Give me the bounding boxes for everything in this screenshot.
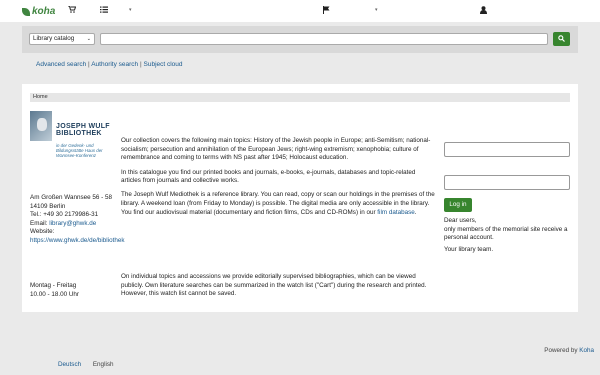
powered-by-text: Powered by bbox=[544, 347, 578, 354]
chevron-down-icon: ⌄ bbox=[86, 36, 91, 42]
email-label: Email: bbox=[30, 219, 48, 227]
lists-caret-icon[interactable]: ▾ bbox=[129, 7, 132, 13]
search-button[interactable] bbox=[553, 32, 570, 46]
library-logo-title: JOSEPH WULF BIBLIOTHEK bbox=[56, 123, 110, 137]
separator: | bbox=[139, 61, 142, 68]
library-address: Am Großen Wannsee 56 - 58 14109 Berlin T… bbox=[30, 194, 125, 245]
password-field[interactable] bbox=[444, 175, 570, 190]
search-input[interactable] bbox=[100, 33, 548, 45]
library-logo: JOSEPH WULF BIBLIOTHEK in der Gedenk- un… bbox=[30, 111, 114, 169]
email-link[interactable]: library@ghwk.de bbox=[49, 220, 96, 227]
opening-hours: Montag - Freitag 10.00 - 18.00 Uhr bbox=[30, 282, 79, 299]
advanced-search-link[interactable]: Advanced search bbox=[36, 61, 86, 68]
login-note-line-1: Dear users, only members of the memorial … bbox=[444, 217, 568, 241]
portrait-image bbox=[30, 111, 52, 141]
description-paragraph-4: On individual topics and accessions we p… bbox=[121, 273, 427, 298]
flag-icon[interactable] bbox=[323, 6, 330, 17]
hours-days: Montag - Freitag bbox=[30, 282, 77, 289]
website-label: Website: bbox=[30, 228, 55, 235]
search-icon bbox=[558, 35, 565, 42]
login-note-line-2: Your library team. bbox=[444, 245, 494, 253]
logo-line-2: BIBLIOTHEK bbox=[56, 130, 102, 137]
top-navbar: koha ▾ ▾ bbox=[0, 0, 600, 22]
logo-line-1: JOSEPH WULF bbox=[56, 123, 110, 130]
main-content: Home JOSEPH WULF BIBLIOTHEK in der Geden… bbox=[22, 84, 578, 312]
language-deutsch[interactable]: Deutsch bbox=[58, 361, 81, 368]
list-icon[interactable] bbox=[100, 6, 108, 16]
login-note: Dear users, only members of the memorial … bbox=[444, 217, 574, 257]
catalog-select[interactable]: Library catalog ⌄ bbox=[29, 33, 95, 45]
breadcrumb-home[interactable]: Home bbox=[33, 94, 48, 100]
breadcrumb: Home bbox=[30, 93, 570, 102]
website-link[interactable]: https://www.ghwk.de/de/bibliothek bbox=[30, 237, 125, 244]
description-paragraph-2: In this catalogue you find our printed b… bbox=[121, 168, 416, 185]
language-english[interactable]: English bbox=[93, 361, 114, 368]
authority-search-link[interactable]: Authority search bbox=[91, 61, 138, 68]
cart-icon[interactable] bbox=[68, 5, 77, 16]
koha-logo[interactable]: koha bbox=[22, 6, 55, 17]
description-paragraph-1: Our collection covers the following main… bbox=[121, 137, 431, 162]
description-paragraph-3: The Joseph Wulf Mediothek is a reference… bbox=[121, 191, 437, 217]
separator: | bbox=[88, 61, 90, 68]
user-icon[interactable] bbox=[480, 6, 487, 17]
address-street: Am Großen Wannsee 56 - 58 bbox=[30, 194, 113, 201]
koha-link[interactable]: Koha bbox=[579, 347, 594, 354]
search-bar: Library catalog ⌄ bbox=[22, 26, 578, 53]
p3-end: . bbox=[414, 208, 417, 216]
subject-cloud-link[interactable]: Subject cloud bbox=[144, 61, 183, 68]
login-button[interactable]: Log in bbox=[444, 198, 472, 212]
address-tel: Tel.: +49 30 2179986-31 bbox=[30, 211, 99, 218]
powered-by: Powered by Koha bbox=[544, 347, 594, 354]
hours-time: 10.00 - 18.00 Uhr bbox=[30, 290, 80, 298]
film-database-link[interactable]: film database bbox=[377, 209, 414, 216]
language-switcher: Deutsch English bbox=[58, 361, 114, 368]
search-links: Advanced search | Authority search | Sub… bbox=[36, 61, 183, 68]
logo-text: koha bbox=[32, 6, 56, 17]
username-field[interactable] bbox=[444, 142, 570, 157]
address-city: 14109 Berlin bbox=[30, 202, 66, 210]
catalog-select-value: Library catalog bbox=[33, 35, 75, 42]
leaf-icon bbox=[22, 7, 30, 16]
library-description: Our collection covers the following main… bbox=[121, 137, 437, 223]
address-email: Email: library@ghwk.de bbox=[30, 220, 120, 229]
language-caret-icon[interactable]: ▾ bbox=[375, 7, 378, 13]
library-logo-subtitle: in der Gedenk- und Bildungsstätte Haus d… bbox=[56, 143, 103, 158]
